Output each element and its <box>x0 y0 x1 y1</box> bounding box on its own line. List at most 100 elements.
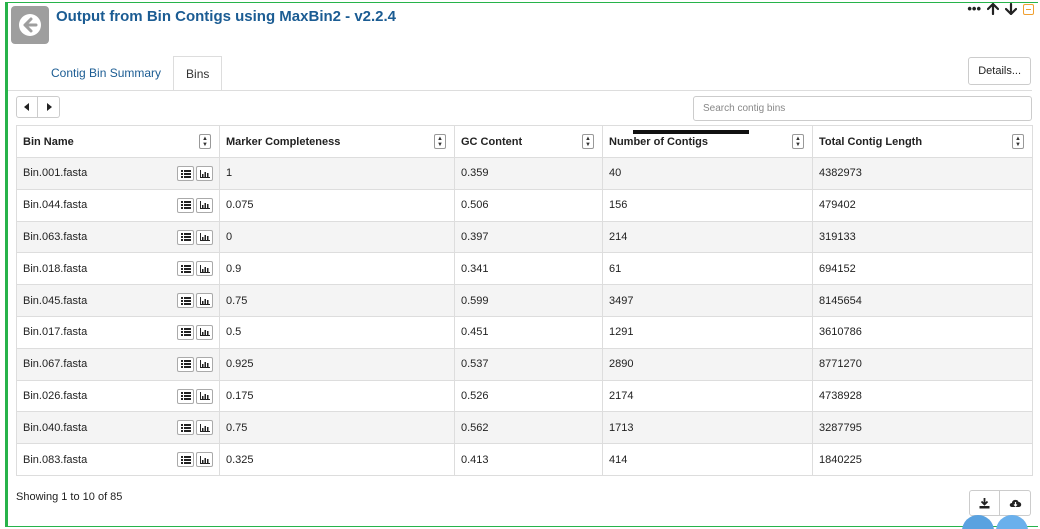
arrow-down-icon[interactable] <box>1005 3 1017 15</box>
row-actions <box>177 229 213 245</box>
bin-name-cell: Bin.045.fasta <box>16 284 220 317</box>
bins-table: Bin Name ▲ ▼ Marker Completeness ▲ ▼ GC Cont… <box>16 125 1033 476</box>
bin-name-cell: Bin.083.fasta <box>16 443 220 476</box>
download-icon <box>979 497 990 508</box>
column-pager <box>16 96 60 118</box>
bar-chart-icon[interactable] <box>196 229 213 245</box>
row-actions <box>177 324 213 340</box>
table-cell: 3287795 <box>812 411 1033 445</box>
table-row: Bin.063.fasta 0 0.397 214 319133 <box>16 220 1033 254</box>
table-cell: 0.925 <box>219 347 455 381</box>
tab-contig-bin-summary[interactable]: Contig Bin Summary <box>39 56 173 91</box>
bar-chart-icon[interactable] <box>196 166 213 181</box>
sort-icon[interactable]: ▲ ▼ <box>199 134 211 149</box>
prev-button[interactable] <box>16 96 38 118</box>
table-cell: 1713 <box>602 411 813 445</box>
column-header[interactable]: Marker Completeness ▲ ▼ <box>219 125 455 158</box>
table-cell: 0.5 <box>219 315 455 349</box>
list-icon[interactable] <box>177 229 194 245</box>
bin-name: Bin.044.fasta <box>23 199 88 212</box>
sort-icon[interactable]: ▲ ▼ <box>1012 134 1024 149</box>
next-button[interactable] <box>38 96 60 118</box>
table-cell: 2174 <box>602 379 813 413</box>
row-actions <box>177 293 213 309</box>
bin-name-cell: Bin.063.fasta <box>16 220 220 254</box>
tab-divider <box>8 90 1032 91</box>
column-header[interactable]: Number of Contigs ▲ ▼ <box>602 125 813 158</box>
bin-name: Bin.063.fasta <box>23 230 88 243</box>
details-button[interactable]: Details... <box>968 57 1031 85</box>
back-button[interactable] <box>11 6 49 44</box>
table-cell: 1291 <box>602 315 813 349</box>
bar-chart-icon[interactable] <box>196 293 213 309</box>
chat-bubble-icon[interactable] <box>962 515 994 529</box>
table-cell: 4738928 <box>812 379 1033 413</box>
column-header[interactable]: Bin Name ▲ ▼ <box>16 125 220 158</box>
sort-icon[interactable]: ▲ ▼ <box>582 134 594 149</box>
minimize-icon[interactable] <box>1023 3 1034 15</box>
list-icon[interactable] <box>177 356 194 372</box>
list-icon[interactable] <box>177 166 194 181</box>
table-cell: 0.341 <box>454 252 603 286</box>
bin-name-cell: Bin.040.fasta <box>16 411 220 445</box>
row-actions <box>177 197 213 213</box>
bin-name-cell: Bin.067.fasta <box>16 347 220 381</box>
table-row: Bin.044.fasta 0.075 0.506 156 479402 <box>16 188 1033 222</box>
download-button[interactable] <box>969 490 1000 516</box>
row-actions <box>177 420 213 436</box>
bin-name: Bin.017.fasta <box>23 326 88 339</box>
bar-chart-icon[interactable] <box>196 261 213 277</box>
table-cell: 0.325 <box>219 443 455 476</box>
bin-name-cell: Bin.026.fasta <box>16 379 220 413</box>
table-cell: 214 <box>602 220 813 254</box>
bar-chart-icon[interactable] <box>196 324 213 340</box>
table-cell: 3497 <box>602 284 813 317</box>
bin-name: Bin.045.fasta <box>23 294 88 307</box>
table-cell: 0.175 <box>219 379 455 413</box>
table-cell: 2890 <box>602 347 813 381</box>
sort-icon[interactable]: ▲ ▼ <box>434 134 446 149</box>
list-icon[interactable] <box>177 420 194 436</box>
window-controls: ••• <box>967 2 1034 16</box>
ellipsis-icon[interactable]: ••• <box>967 2 981 16</box>
arrow-left-icon <box>19 14 41 36</box>
list-icon[interactable] <box>177 261 194 277</box>
table-cell: 8771270 <box>812 347 1033 381</box>
bar-chart-icon[interactable] <box>196 452 213 468</box>
bar-chart-icon[interactable] <box>196 388 213 404</box>
column-header[interactable]: GC Content ▲ ▼ <box>454 125 603 158</box>
bar-chart-icon[interactable] <box>196 420 213 436</box>
row-actions <box>177 166 213 181</box>
redaction-bar <box>633 130 749 134</box>
tab-bar: Contig Bin Summary Bins <box>39 56 223 91</box>
column-header[interactable]: Total Contig Length ▲ ▼ <box>812 125 1033 158</box>
tab-bins[interactable]: Bins <box>173 56 223 91</box>
bin-name: Bin.040.fasta <box>23 421 88 434</box>
chat-bubble-icon[interactable] <box>996 515 1028 529</box>
bar-chart-icon[interactable] <box>196 197 213 213</box>
arrow-up-icon[interactable] <box>987 3 999 15</box>
table-cell: 1840225 <box>812 443 1033 476</box>
bar-chart-icon[interactable] <box>196 356 213 372</box>
list-icon[interactable] <box>177 293 194 309</box>
table-cell: 0.359 <box>454 157 603 190</box>
bin-name-cell: Bin.018.fasta <box>16 252 220 286</box>
sort-icon[interactable]: ▲ ▼ <box>792 134 804 149</box>
table-cell: 0.413 <box>454 443 603 476</box>
table-cell: 0.562 <box>454 411 603 445</box>
list-icon[interactable] <box>177 324 194 340</box>
table-row: Bin.026.fasta 0.175 0.526 2174 4738928 <box>16 379 1033 413</box>
cloud-download-button[interactable] <box>1000 490 1031 516</box>
list-icon[interactable] <box>177 388 194 404</box>
bin-name: Bin.067.fasta <box>23 358 88 371</box>
bin-name-cell: Bin.017.fasta <box>16 315 220 349</box>
page-title: Output from Bin Contigs using MaxBin2 - … <box>56 8 397 25</box>
list-icon[interactable] <box>177 452 194 468</box>
table-row: Bin.040.fasta 0.75 0.562 1713 3287795 <box>16 411 1033 445</box>
search-input[interactable] <box>693 96 1032 121</box>
bin-name: Bin.018.fasta <box>23 262 88 275</box>
list-icon[interactable] <box>177 197 194 213</box>
export-buttons <box>969 490 1031 516</box>
caret-left-icon <box>24 103 29 111</box>
chat-bubbles[interactable] <box>960 515 1030 529</box>
